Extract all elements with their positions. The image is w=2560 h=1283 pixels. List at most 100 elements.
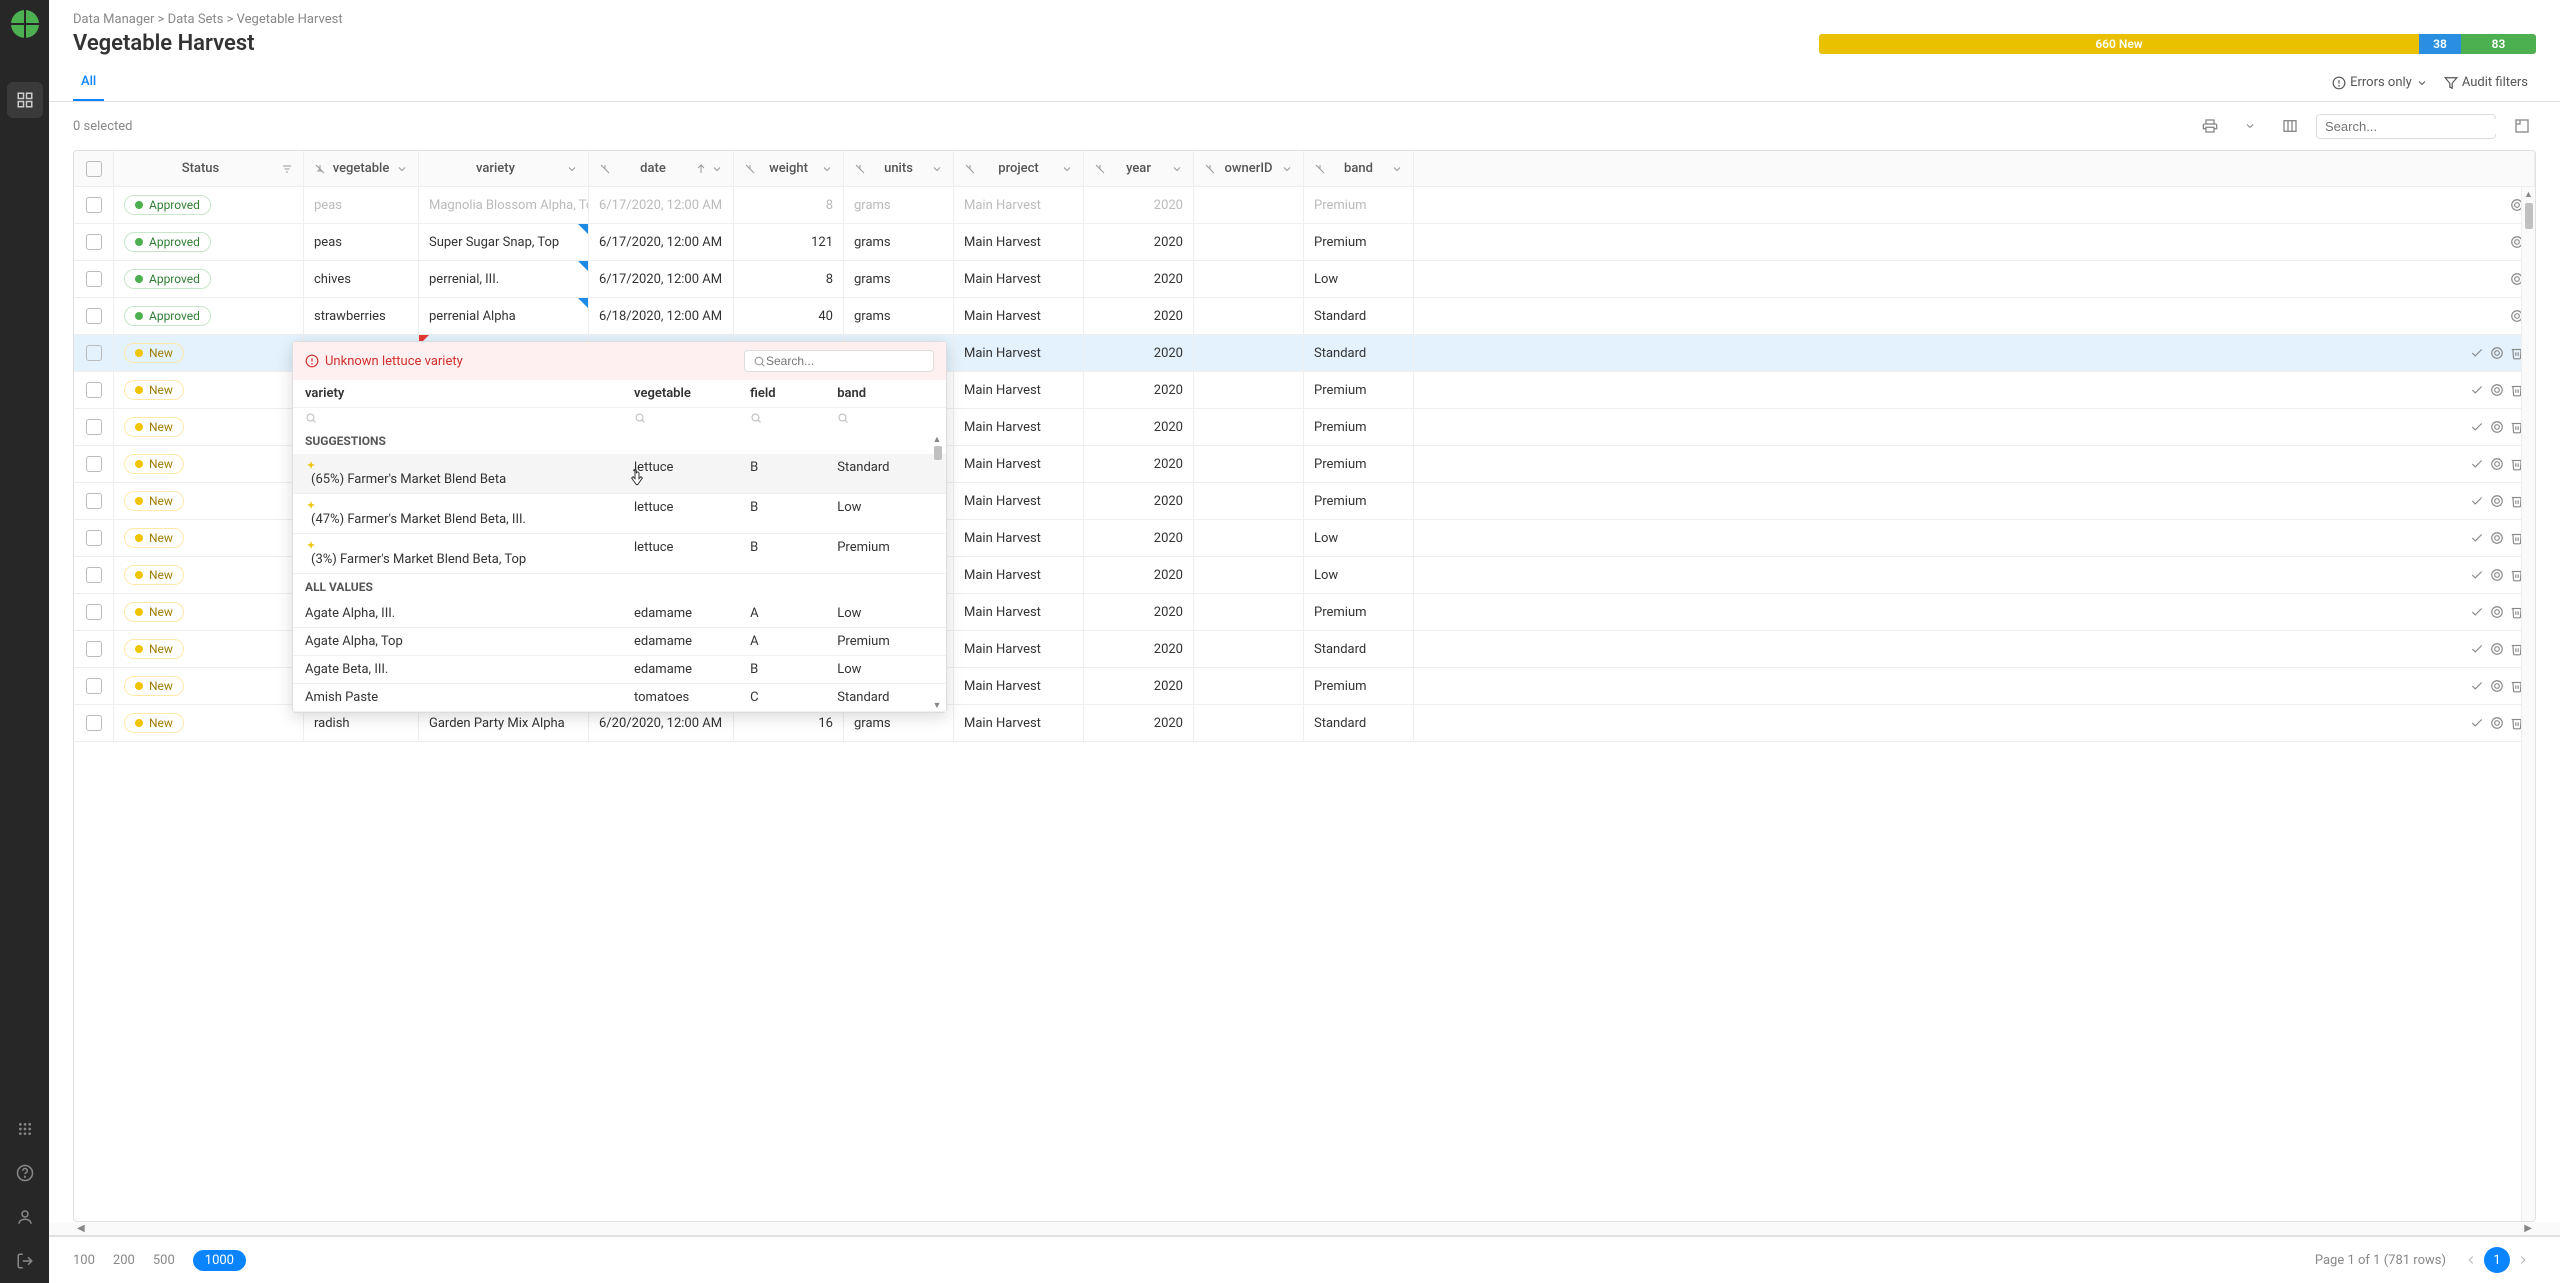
- cell-project[interactable]: Main Harvest: [954, 557, 1084, 593]
- col-weight[interactable]: weight: [760, 161, 817, 176]
- cell-weight[interactable]: 40: [734, 298, 844, 334]
- sidebar-item-logout[interactable]: [7, 1243, 43, 1279]
- row-target-button[interactable]: [2490, 494, 2504, 508]
- unpin-icon[interactable]: [854, 163, 866, 175]
- cell-project[interactable]: Main Harvest: [954, 705, 1084, 741]
- cell-project[interactable]: Main Harvest: [954, 261, 1084, 297]
- cell-ownerid[interactable]: [1194, 335, 1304, 371]
- table-row[interactable]: Approvedstrawberriesperrenial Alpha6/18/…: [74, 298, 2535, 335]
- sidebar-item-datasets[interactable]: [7, 82, 43, 118]
- cell-variety[interactable]: Super Sugar Snap, Top: [419, 224, 589, 260]
- cell-year[interactable]: 2020: [1084, 335, 1194, 371]
- cell-year[interactable]: 2020: [1084, 483, 1194, 519]
- cell-band[interactable]: Standard: [1304, 631, 1414, 667]
- suggestion-row[interactable]: (47%) Farmer's Market Blend Beta, III.le…: [293, 494, 946, 534]
- cell-band[interactable]: Low: [1304, 557, 1414, 593]
- page-size-option[interactable]: 1000: [193, 1250, 246, 1271]
- cell-project[interactable]: Main Harvest: [954, 335, 1084, 371]
- unpin-icon[interactable]: [744, 163, 756, 175]
- unpin-icon[interactable]: [964, 163, 976, 175]
- next-page-button[interactable]: [2510, 1247, 2536, 1273]
- cell-ownerid[interactable]: [1194, 631, 1304, 667]
- confirm-row-button[interactable]: [2470, 642, 2484, 656]
- cell-band[interactable]: Standard: [1304, 335, 1414, 371]
- table-row[interactable]: Approvedchivesperrenial, III.6/17/2020, …: [74, 261, 2535, 298]
- row-target-button[interactable]: [2490, 457, 2504, 471]
- cell-year[interactable]: 2020: [1084, 594, 1194, 630]
- value-row[interactable]: Agate Alpha, III.edamameALow: [293, 600, 946, 628]
- confirm-row-button[interactable]: [2470, 383, 2484, 397]
- row-target-button[interactable]: [2490, 383, 2504, 397]
- cell-ownerid[interactable]: [1194, 372, 1304, 408]
- col-band[interactable]: band: [1330, 161, 1387, 176]
- unpin-icon[interactable]: [599, 163, 611, 175]
- scroll-down-icon[interactable]: ▼: [932, 700, 942, 710]
- chevron-down-icon[interactable]: [711, 163, 723, 175]
- search-icon[interactable]: [837, 412, 849, 424]
- cell-date[interactable]: 6/18/2020, 12:00 AM: [589, 298, 734, 334]
- cell-ownerid[interactable]: [1194, 298, 1304, 334]
- page-size-option[interactable]: 100: [73, 1253, 95, 1268]
- app-logo-icon[interactable]: [11, 10, 39, 38]
- scroll-thumb[interactable]: [2525, 203, 2533, 229]
- cell-vegetable[interactable]: peas: [304, 187, 419, 223]
- cell-year[interactable]: 2020: [1084, 261, 1194, 297]
- cell-variety[interactable]: Magnolia Blossom Alpha, Top: [419, 187, 589, 223]
- confirm-row-button[interactable]: [2470, 494, 2484, 508]
- cell-band[interactable]: Premium: [1304, 372, 1414, 408]
- chevron-down-icon[interactable]: [566, 163, 578, 175]
- cell-year[interactable]: 2020: [1084, 668, 1194, 704]
- value-row[interactable]: Agate Alpha, TopedamameAPremium: [293, 628, 946, 656]
- cell-band[interactable]: Standard: [1304, 298, 1414, 334]
- cell-ownerid[interactable]: [1194, 668, 1304, 704]
- cell-vegetable[interactable]: strawberries: [304, 298, 419, 334]
- row-target-button[interactable]: [2490, 679, 2504, 693]
- scroll-thumb[interactable]: [934, 446, 942, 460]
- grid-search[interactable]: [2316, 114, 2496, 139]
- search-icon[interactable]: [305, 412, 317, 424]
- cell-project[interactable]: Main Harvest: [954, 668, 1084, 704]
- chevron-down-icon[interactable]: [1171, 163, 1183, 175]
- cell-weight[interactable]: 8: [734, 261, 844, 297]
- cell-ownerid[interactable]: [1194, 594, 1304, 630]
- cell-units[interactable]: grams: [844, 187, 954, 223]
- row-checkbox[interactable]: [86, 715, 102, 731]
- cell-units[interactable]: grams: [844, 298, 954, 334]
- errors-only-toggle[interactable]: Errors only: [2324, 71, 2436, 94]
- row-target-button[interactable]: [2490, 642, 2504, 656]
- row-checkbox[interactable]: [86, 604, 102, 620]
- confirm-row-button[interactable]: [2470, 420, 2484, 434]
- cell-ownerid[interactable]: [1194, 557, 1304, 593]
- row-checkbox[interactable]: [86, 308, 102, 324]
- sidebar-item-apps[interactable]: [7, 1111, 43, 1147]
- cell-band[interactable]: Low: [1304, 261, 1414, 297]
- cell-year[interactable]: 2020: [1084, 557, 1194, 593]
- cell-band[interactable]: Low: [1304, 520, 1414, 556]
- cell-project[interactable]: Main Harvest: [954, 372, 1084, 408]
- suggestion-row[interactable]: (3%) Farmer's Market Blend Beta, Toplett…: [293, 534, 946, 574]
- cell-ownerid[interactable]: [1194, 261, 1304, 297]
- row-target-button[interactable]: [2490, 716, 2504, 730]
- value-row[interactable]: Amish PastetomatoesCStandard: [293, 684, 946, 712]
- cell-ownerid[interactable]: [1194, 409, 1304, 445]
- confirm-row-button[interactable]: [2470, 346, 2484, 360]
- cell-weight[interactable]: 8: [734, 187, 844, 223]
- col-variety[interactable]: variety: [429, 161, 562, 176]
- scroll-left-icon[interactable]: ◀: [73, 1223, 89, 1234]
- suggestion-row[interactable]: (65%) Farmer's Market Blend BetalettuceB…: [293, 454, 946, 494]
- popover-search-input[interactable]: [766, 354, 925, 368]
- print-dropdown[interactable]: [2236, 112, 2264, 140]
- row-checkbox[interactable]: [86, 345, 102, 361]
- confirm-row-button[interactable]: [2470, 679, 2484, 693]
- cell-project[interactable]: Main Harvest: [954, 483, 1084, 519]
- popover-search[interactable]: [744, 350, 934, 372]
- cell-band[interactable]: Premium: [1304, 446, 1414, 482]
- cell-project[interactable]: Main Harvest: [954, 409, 1084, 445]
- cell-weight[interactable]: 121: [734, 224, 844, 260]
- cell-vegetable[interactable]: peas: [304, 224, 419, 260]
- cell-project[interactable]: Main Harvest: [954, 298, 1084, 334]
- col-vegetable[interactable]: vegetable: [330, 161, 392, 176]
- cell-project[interactable]: Main Harvest: [954, 446, 1084, 482]
- chevron-down-icon[interactable]: [821, 163, 833, 175]
- cell-variety[interactable]: perrenial, III.: [419, 261, 589, 297]
